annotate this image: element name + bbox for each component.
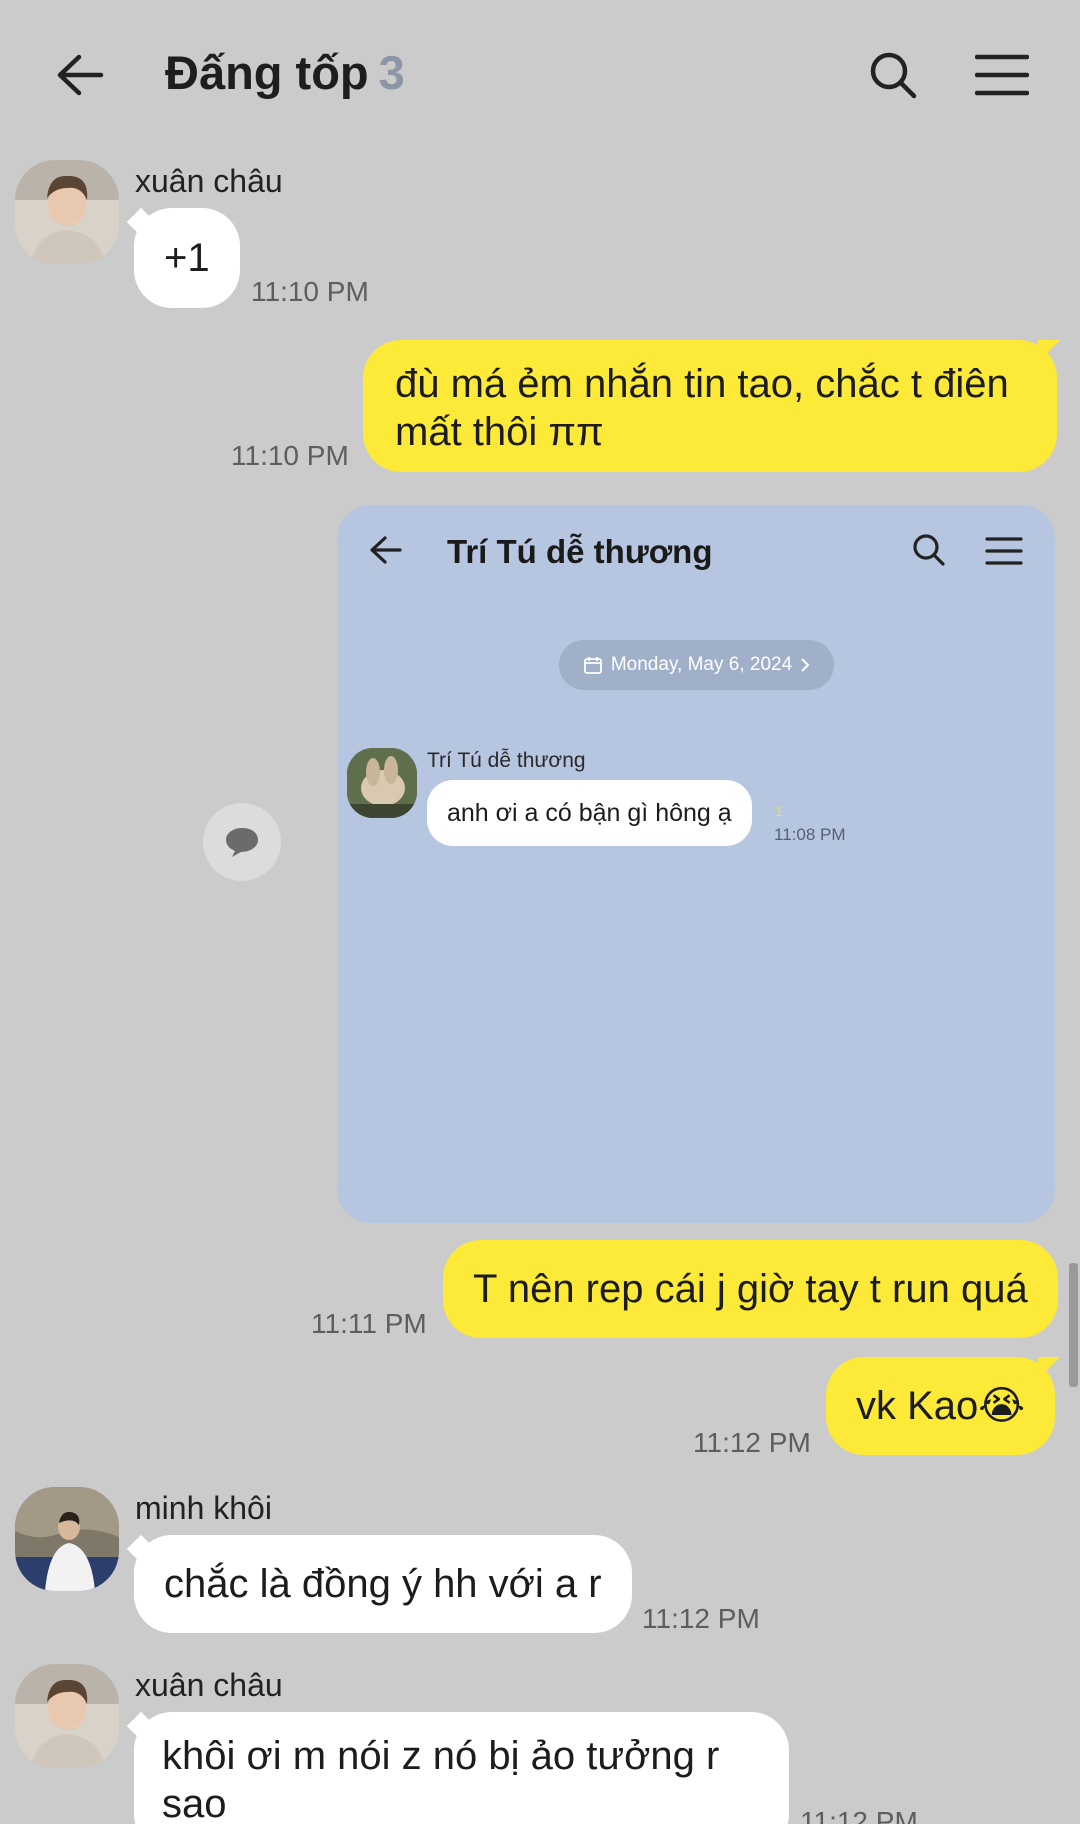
- message-time: 11:12 PM: [800, 1806, 918, 1824]
- message-bubble-outgoing[interactable]: vk Kao😭: [826, 1357, 1056, 1455]
- message-bubble[interactable]: +1: [134, 208, 240, 308]
- search-icon[interactable]: [853, 35, 933, 115]
- screenshot-read-count: 1: [775, 803, 783, 819]
- date-divider: Monday, May 6, 2024: [559, 640, 834, 690]
- chat-title: Đấng tốp 3: [165, 45, 405, 100]
- screenshot-sender-name: Trí Tú dễ thương: [427, 749, 586, 772]
- message-line: khôi ơi m nói z nó bị ảo tưởng r: [162, 1734, 720, 1778]
- message-time: 11:10 PM: [231, 440, 349, 471]
- sender-name: minh khôi: [135, 1490, 272, 1526]
- avatar-minh-khoi[interactable]: [15, 1487, 119, 1591]
- date-text: Monday, May 6, 2024: [610, 654, 793, 675]
- screenshot-chat-title: Trí Tú dễ thương: [447, 533, 713, 570]
- menu-icon: [985, 536, 1023, 571]
- scrollbar[interactable]: [1069, 1263, 1078, 1387]
- screenshot-message-bubble: anh ơi a có bận gì hông ạ: [427, 780, 752, 846]
- chat-title-text: Đấng tốp: [165, 46, 369, 99]
- sender-name: xuân châu: [135, 163, 283, 199]
- chat-header: Đấng tốp 3: [0, 0, 1080, 150]
- avatar-tri-tu: [347, 748, 417, 818]
- back-arrow-icon: [369, 535, 403, 570]
- search-icon: [912, 533, 946, 572]
- screenshot-message-time: 11:08 PM: [774, 825, 846, 844]
- member-count: 3: [378, 46, 405, 99]
- message-time: 11:12 PM: [693, 1427, 811, 1458]
- avatar-xuan-chau[interactable]: [15, 1664, 119, 1768]
- message-bubble[interactable]: chắc là đồng ý hh với a r: [134, 1535, 632, 1633]
- comment-icon[interactable]: [203, 803, 281, 881]
- back-arrow-icon[interactable]: [40, 35, 120, 115]
- shared-screenshot-image[interactable]: Trí Tú dễ thương Monday, May 6, 2024 Trí…: [337, 505, 1055, 1223]
- message-time: 11:12 PM: [642, 1603, 760, 1634]
- chevron-right-icon: [801, 658, 810, 672]
- calendar-icon: [583, 657, 602, 674]
- message-time: 11:11 PM: [311, 1308, 427, 1339]
- avatar-xuan-chau[interactable]: [15, 160, 119, 264]
- message-time: 11:10 PM: [251, 276, 369, 307]
- sender-name: xuân châu: [135, 1667, 283, 1703]
- message-line: sao: [162, 1782, 227, 1824]
- message-bubble[interactable]: khôi ơi m nói z nó bị ảo tưởng r sao: [134, 1712, 789, 1824]
- message-line: mất thôi ππ: [395, 410, 604, 454]
- menu-icon[interactable]: [962, 35, 1042, 115]
- message-line: đù má ẻm nhắn tin tao, chắc t điên: [395, 362, 1009, 406]
- message-bubble-outgoing[interactable]: T nên rep cái j giờ tay t run quá: [443, 1240, 1058, 1338]
- message-bubble-outgoing[interactable]: đù má ẻm nhắn tin tao, chắc t điên mất t…: [363, 340, 1057, 472]
